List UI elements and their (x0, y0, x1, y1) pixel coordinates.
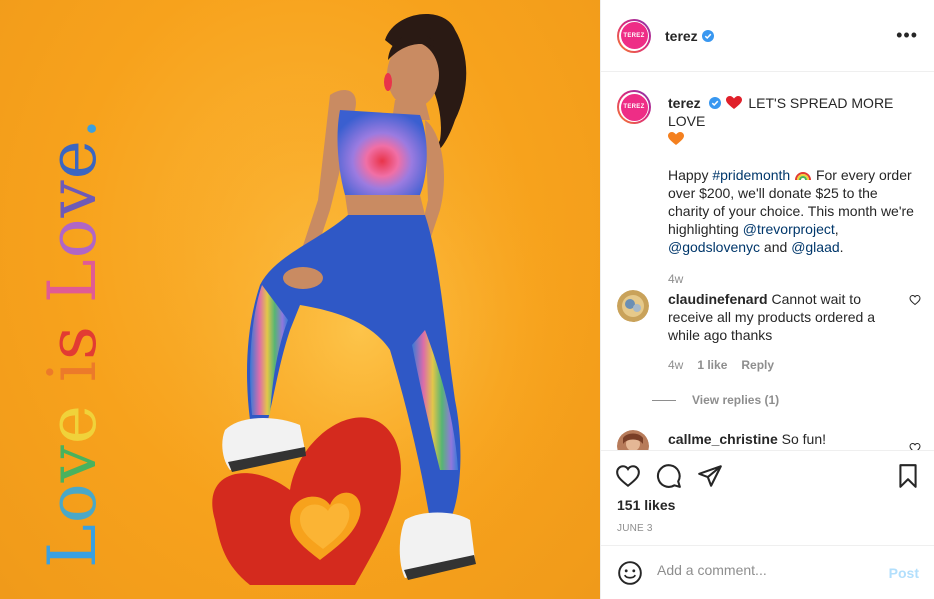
comment-input[interactable] (657, 562, 877, 578)
post-comment-button[interactable]: Post (889, 565, 919, 581)
commenter-username[interactable]: claudinefenard (668, 291, 768, 307)
mention-link[interactable]: @glaad (791, 239, 839, 255)
verified-badge-icon (708, 97, 721, 109)
author-avatar[interactable]: TEREZ (617, 18, 651, 53)
commenter-avatar[interactable] (617, 430, 649, 450)
emoji-smiley-icon[interactable] (617, 560, 643, 586)
mention-link[interactable]: @godslovenyc (668, 239, 760, 255)
caption-text: Happy #pridemonth For every order over $… (668, 167, 914, 255)
post-details-panel: TEREZ terez ••• TEREZ terez LET'S SPREAD… (600, 0, 934, 599)
author-username[interactable]: terez (665, 28, 698, 44)
caption-avatar[interactable]: TEREZ (617, 90, 651, 124)
comments-list[interactable]: TEREZ terez LET'S SPREAD MORE LOVE Happy… (601, 72, 934, 450)
model-illustration (130, 13, 590, 590)
comment-likes[interactable]: 1 like (697, 358, 727, 372)
comment-time[interactable]: 4w (668, 358, 683, 372)
verified-badge-icon (701, 29, 714, 42)
post-header: TEREZ terez ••• (601, 0, 934, 72)
commenter-avatar[interactable] (617, 290, 649, 322)
like-comment-heart-icon[interactable] (909, 294, 921, 306)
like-heart-icon[interactable] (615, 463, 641, 489)
more-options-icon[interactable]: ••• (896, 26, 918, 44)
caption-headline: LET'S SPREAD MORE LOVE (668, 95, 894, 129)
view-replies-button[interactable]: View replies (1) (652, 393, 779, 407)
likes-count[interactable]: 151 likes (617, 497, 675, 513)
red-heart-emoji (726, 96, 743, 109)
caption-username[interactable]: terez (668, 95, 701, 111)
orange-heart-emoji (668, 132, 684, 145)
hashtag-link[interactable]: #pridemonth (712, 167, 790, 183)
like-comment-heart-icon[interactable] (909, 442, 921, 450)
avatar-logo-text: TEREZ (620, 22, 648, 49)
reply-button[interactable]: Reply (741, 358, 774, 372)
add-comment-bar: Post (601, 545, 934, 599)
mention-link[interactable]: @trevorproject (743, 221, 835, 237)
post-image[interactable]: Love is Love. (0, 0, 600, 599)
post-date[interactable]: JUNE 3 (617, 523, 653, 534)
commenter-username[interactable]: callme_christine (668, 431, 778, 447)
comment-bubble-icon[interactable] (656, 463, 682, 489)
share-paper-plane-icon[interactable] (697, 463, 723, 489)
save-bookmark-icon[interactable] (895, 463, 921, 489)
caption-time[interactable]: 4w (668, 270, 918, 288)
rainbow-emoji (795, 172, 812, 181)
comment-text: So fun! (781, 431, 826, 447)
post-actions: 151 likes JUNE 3 (601, 450, 934, 546)
